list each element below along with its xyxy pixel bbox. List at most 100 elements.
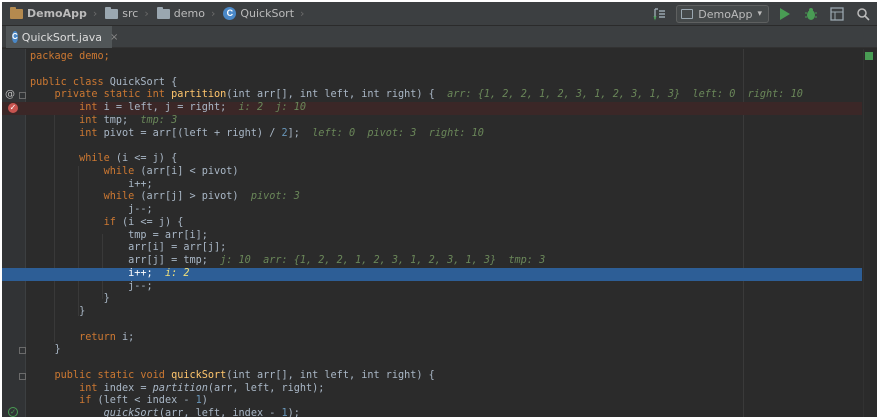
code-text: i++;	[30, 178, 153, 190]
code-line: j--;	[2, 281, 862, 294]
application-icon	[681, 9, 694, 19]
code-text: (arr, left, index -	[158, 408, 282, 417]
breadcrumb-project[interactable]: DemoApp ›	[2, 2, 97, 26]
build-icon[interactable]	[650, 4, 670, 24]
fold-icon[interactable]	[19, 347, 26, 354]
tab-quicksort[interactable]: C QuickSort.java ×	[6, 26, 118, 48]
close-icon[interactable]: ×	[110, 32, 118, 43]
method-name: partition	[171, 89, 227, 101]
breadcrumb-src-label: src	[122, 7, 139, 20]
keyword: return	[30, 331, 116, 343]
folder-icon	[105, 6, 119, 19]
navigation-bar: DemoApp › src › demo › C QuickSort › Dem…	[2, 2, 877, 26]
check-icon[interactable]: ✓	[8, 407, 18, 417]
override-icon[interactable]: @	[5, 89, 15, 100]
caret-down-icon: ▾	[757, 9, 762, 19]
code-text: arr[j] = tmp;	[30, 255, 208, 266]
code-text: (int arr[], int left, int right) {	[226, 369, 435, 381]
code-line: j--;	[2, 204, 862, 217]
breadcrumb-demo[interactable]: demo ›	[149, 2, 215, 26]
inline-debug-value: pivot: 3	[238, 191, 300, 203]
keyword: package demo;	[30, 51, 110, 62]
class-icon: C	[223, 7, 237, 20]
code-line: int tmp; tmp: 3	[2, 115, 862, 128]
code-text: i = left, j = right;	[97, 102, 227, 113]
code-line: public class QuickSort {	[2, 77, 862, 90]
search-icon[interactable]	[853, 4, 873, 24]
inspection-ok-icon[interactable]	[865, 52, 873, 60]
code-text: }	[30, 344, 61, 356]
code-line: while (arr[i] < pivot)	[2, 166, 862, 179]
class-icon: C	[12, 31, 18, 43]
run-icon[interactable]	[775, 4, 795, 24]
fold-icon[interactable]	[19, 92, 26, 99]
breakpoint-line: int i = left, j = right; i: 2 j: 10	[2, 102, 862, 115]
code-line: i++;	[2, 179, 862, 192]
code-text: )	[201, 395, 208, 407]
debug-icon[interactable]	[801, 4, 821, 24]
code-text: (arr, left, right);	[207, 382, 325, 394]
toolbar-right: DemoApp ▾	[644, 2, 877, 26]
ide-window: DemoApp › src › demo › C QuickSort › Dem…	[2, 2, 877, 417]
code-line: quickSort(arr, left, index - 1);	[2, 408, 862, 417]
inline-debug-value: tmp: 3	[128, 114, 178, 126]
code-text: }	[30, 293, 110, 305]
code-line: while (arr[j] > pivot) pivot: 3	[2, 191, 862, 204]
code-text: (i <= j) {	[115, 216, 184, 228]
code-text: j--;	[30, 204, 153, 215]
code-line: }	[2, 306, 862, 319]
code-line: }	[2, 344, 862, 357]
code-text: index =	[97, 382, 153, 394]
error-stripe[interactable]	[863, 49, 877, 417]
keyword: int	[30, 382, 98, 394]
keyword: while	[30, 165, 135, 177]
keyword: int	[30, 127, 98, 139]
project-structure-icon[interactable]	[827, 4, 847, 24]
keyword: if	[30, 395, 92, 407]
code-text: (left < index -	[91, 395, 196, 407]
tab-label: QuickSort.java	[21, 30, 102, 44]
code-line: int pivot = arr[(left + right) / 2]; lef…	[2, 128, 862, 141]
code-text: i;	[115, 331, 135, 343]
code-line: package demo;	[2, 51, 862, 64]
code-editor[interactable]: package demo; public class QuickSort { p…	[2, 49, 877, 417]
current-execution-line: i++; i: 2	[2, 267, 862, 281]
code-text: );	[287, 408, 300, 417]
breadcrumb-demo-label: demo	[173, 7, 205, 20]
breadcrumb-src[interactable]: src ›	[97, 2, 149, 26]
keyword: int	[30, 102, 98, 113]
keyword: public static void	[30, 369, 172, 381]
inline-debug-value: arr: {1, 2, 2, 1, 2, 3, 1, 2, 3, 1, 3} l…	[434, 89, 803, 101]
keyword: while	[30, 153, 110, 164]
editor-tabs: C QuickSort.java ×	[2, 26, 877, 48]
code-text: (arr[j] > pivot)	[134, 191, 239, 203]
inline-debug-value: i: 2 j: 10	[226, 102, 307, 113]
code-line: if (left < index - 1)	[2, 395, 862, 408]
keyword: public class	[30, 76, 104, 88]
code-line: return i;	[2, 332, 862, 345]
breadcrumb-file[interactable]: C QuickSort ›	[215, 2, 304, 26]
keyword: private static int	[30, 89, 172, 101]
code-text: }	[30, 306, 86, 317]
run-configuration-select[interactable]: DemoApp ▾	[676, 5, 769, 23]
keyword: int	[30, 114, 98, 126]
breakpoint-icon[interactable]: ✓	[8, 103, 18, 113]
code-line: while (i <= j) {	[2, 153, 862, 166]
keyword: if	[30, 216, 116, 228]
code-text: arr[i] = arr[j];	[30, 242, 227, 254]
folder-icon	[156, 6, 170, 19]
code-line: tmp = arr[i];	[2, 230, 862, 243]
code-text: pivot = arr[(left + right) /	[97, 127, 282, 139]
method-call: quickSort	[103, 408, 159, 417]
code-line: public static void quickSort(int arr[], …	[2, 370, 862, 383]
fold-icon[interactable]	[19, 373, 26, 380]
code-text: tmp = arr[i];	[30, 229, 208, 241]
code-line: arr[j] = tmp; j: 10 arr: {1, 2, 2, 1, 2,…	[2, 255, 862, 268]
code-text: (i <= j) {	[109, 153, 178, 164]
code-text: j--;	[30, 280, 153, 292]
code-text: ];	[287, 127, 300, 139]
code-line: int index = partition(arr, left, right);	[2, 383, 862, 396]
breadcrumb-file-label: QuickSort	[240, 7, 295, 20]
keyword: while	[30, 191, 135, 203]
